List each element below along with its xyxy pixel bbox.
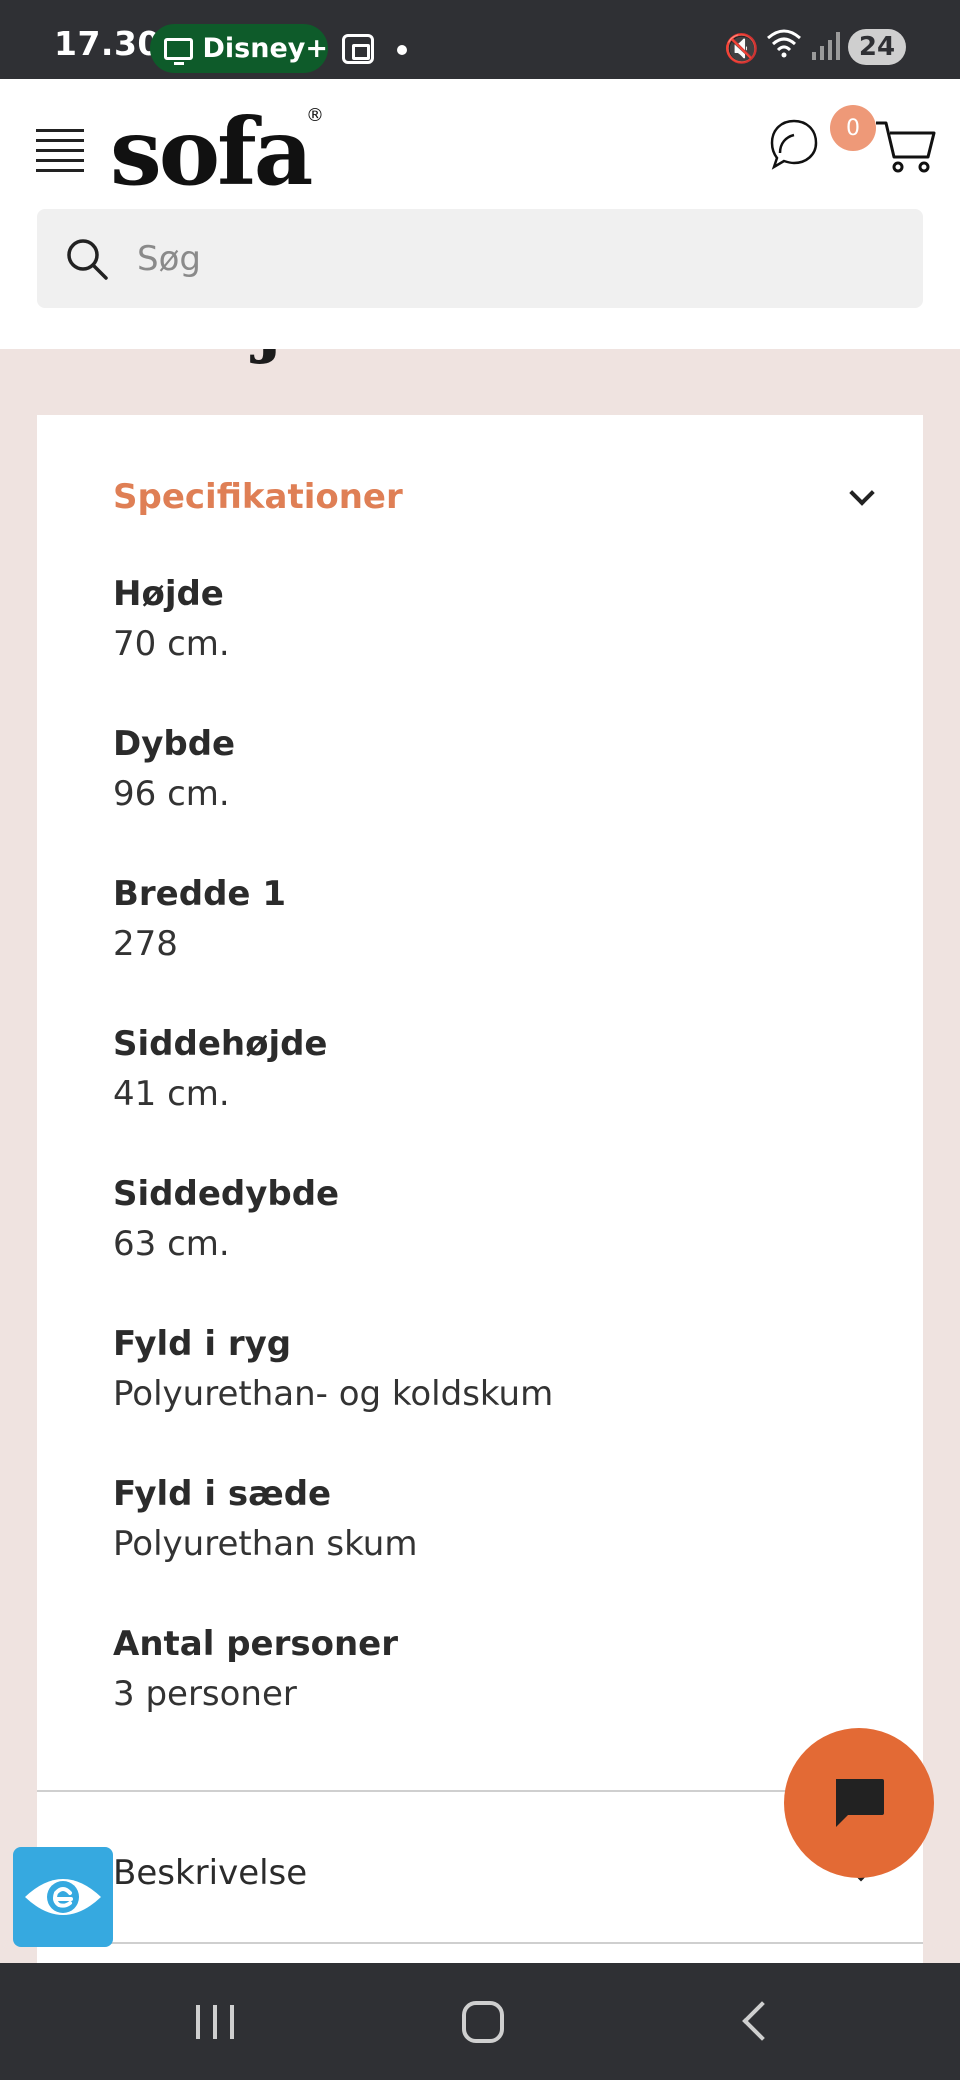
system-nav-bar bbox=[0, 1963, 960, 2080]
spec-value: Polyurethan skum bbox=[113, 1524, 418, 1564]
spec-item: Bredde 1 278 bbox=[113, 870, 873, 1020]
search-bar[interactable] bbox=[37, 209, 923, 308]
spec-label: Antal personer bbox=[113, 1624, 398, 1664]
spec-value: 278 bbox=[113, 924, 178, 964]
status-time: 17.30 bbox=[54, 24, 161, 63]
search-icon bbox=[67, 239, 108, 280]
spec-item: Fyld i sæde Polyurethan skum bbox=[113, 1470, 873, 1620]
accessibility-button[interactable] bbox=[13, 1847, 113, 1947]
chat-button[interactable] bbox=[784, 1728, 934, 1878]
battery-indicator: 24 bbox=[848, 29, 906, 65]
specifications-list: Højde 70 cm. Dybde 96 cm. Bredde 1 278 Siddehø… bbox=[113, 570, 873, 1770]
specifications-title: Specifikationer bbox=[113, 477, 403, 517]
divider bbox=[37, 1942, 923, 1944]
mute-icon: 🔇 bbox=[724, 32, 759, 65]
spec-label: Siddedybde bbox=[113, 1174, 340, 1214]
cart-count-badge: 0 bbox=[830, 105, 876, 151]
recent-apps-icon[interactable] bbox=[196, 2005, 236, 2039]
spec-label: Fyld i sæde bbox=[113, 1474, 332, 1514]
description-label: Beskrivelse bbox=[113, 1853, 308, 1893]
site-header: sofa ® 0 bbox=[0, 79, 960, 349]
notification-dot-icon bbox=[397, 45, 407, 55]
spec-item: Fyld i ryg Polyurethan- og koldskum bbox=[113, 1320, 873, 1470]
spec-label: Bredde 1 bbox=[113, 874, 286, 914]
screen-icon bbox=[164, 37, 193, 65]
chat-icon bbox=[836, 1779, 884, 1827]
back-icon[interactable] bbox=[742, 2001, 782, 2041]
spec-item: Siddedybde 63 cm. bbox=[113, 1170, 873, 1320]
spec-value: 3 personer bbox=[113, 1674, 297, 1714]
signal-icon bbox=[812, 32, 842, 60]
spec-value: 70 cm. bbox=[113, 624, 230, 664]
eye-icon bbox=[25, 1879, 101, 1915]
chat-bubbles-icon[interactable] bbox=[762, 113, 826, 177]
cart-icon[interactable] bbox=[872, 117, 938, 177]
chevron-down-icon bbox=[849, 480, 875, 506]
spec-label: Højde bbox=[113, 574, 224, 614]
specifications-toggle[interactable]: Specifikationer bbox=[113, 467, 893, 527]
screenshot-icon bbox=[342, 34, 374, 64]
description-toggle[interactable]: Beskrivelse bbox=[113, 1798, 893, 1948]
spec-item: Højde 70 cm. bbox=[113, 570, 873, 720]
active-app-pill[interactable]: Disney+ bbox=[150, 24, 328, 73]
spec-value: 96 cm. bbox=[113, 774, 230, 814]
status-bar: 17.30 Disney+ 🔇 24 bbox=[0, 0, 960, 79]
registered-mark: ® bbox=[306, 105, 324, 126]
active-app-label: Disney+ bbox=[202, 33, 329, 64]
spec-value: Polyurethan- og koldskum bbox=[113, 1374, 554, 1414]
spec-value: 63 cm. bbox=[113, 1224, 230, 1264]
spec-label: Dybde bbox=[113, 724, 236, 764]
spec-item: Siddehøjde 41 cm. bbox=[113, 1020, 873, 1170]
spec-item: Dybde 96 cm. bbox=[113, 720, 873, 870]
spec-item: Antal personer 3 personer bbox=[113, 1620, 873, 1770]
home-icon[interactable] bbox=[462, 2001, 504, 2043]
menu-icon[interactable] bbox=[36, 129, 84, 173]
site-logo[interactable]: sofa bbox=[110, 97, 313, 207]
spec-label: Fyld i ryg bbox=[113, 1324, 292, 1364]
spec-label: Siddehøjde bbox=[113, 1024, 328, 1064]
spec-value: 41 cm. bbox=[113, 1074, 230, 1114]
wifi-icon bbox=[766, 28, 802, 65]
search-input[interactable] bbox=[137, 209, 897, 308]
